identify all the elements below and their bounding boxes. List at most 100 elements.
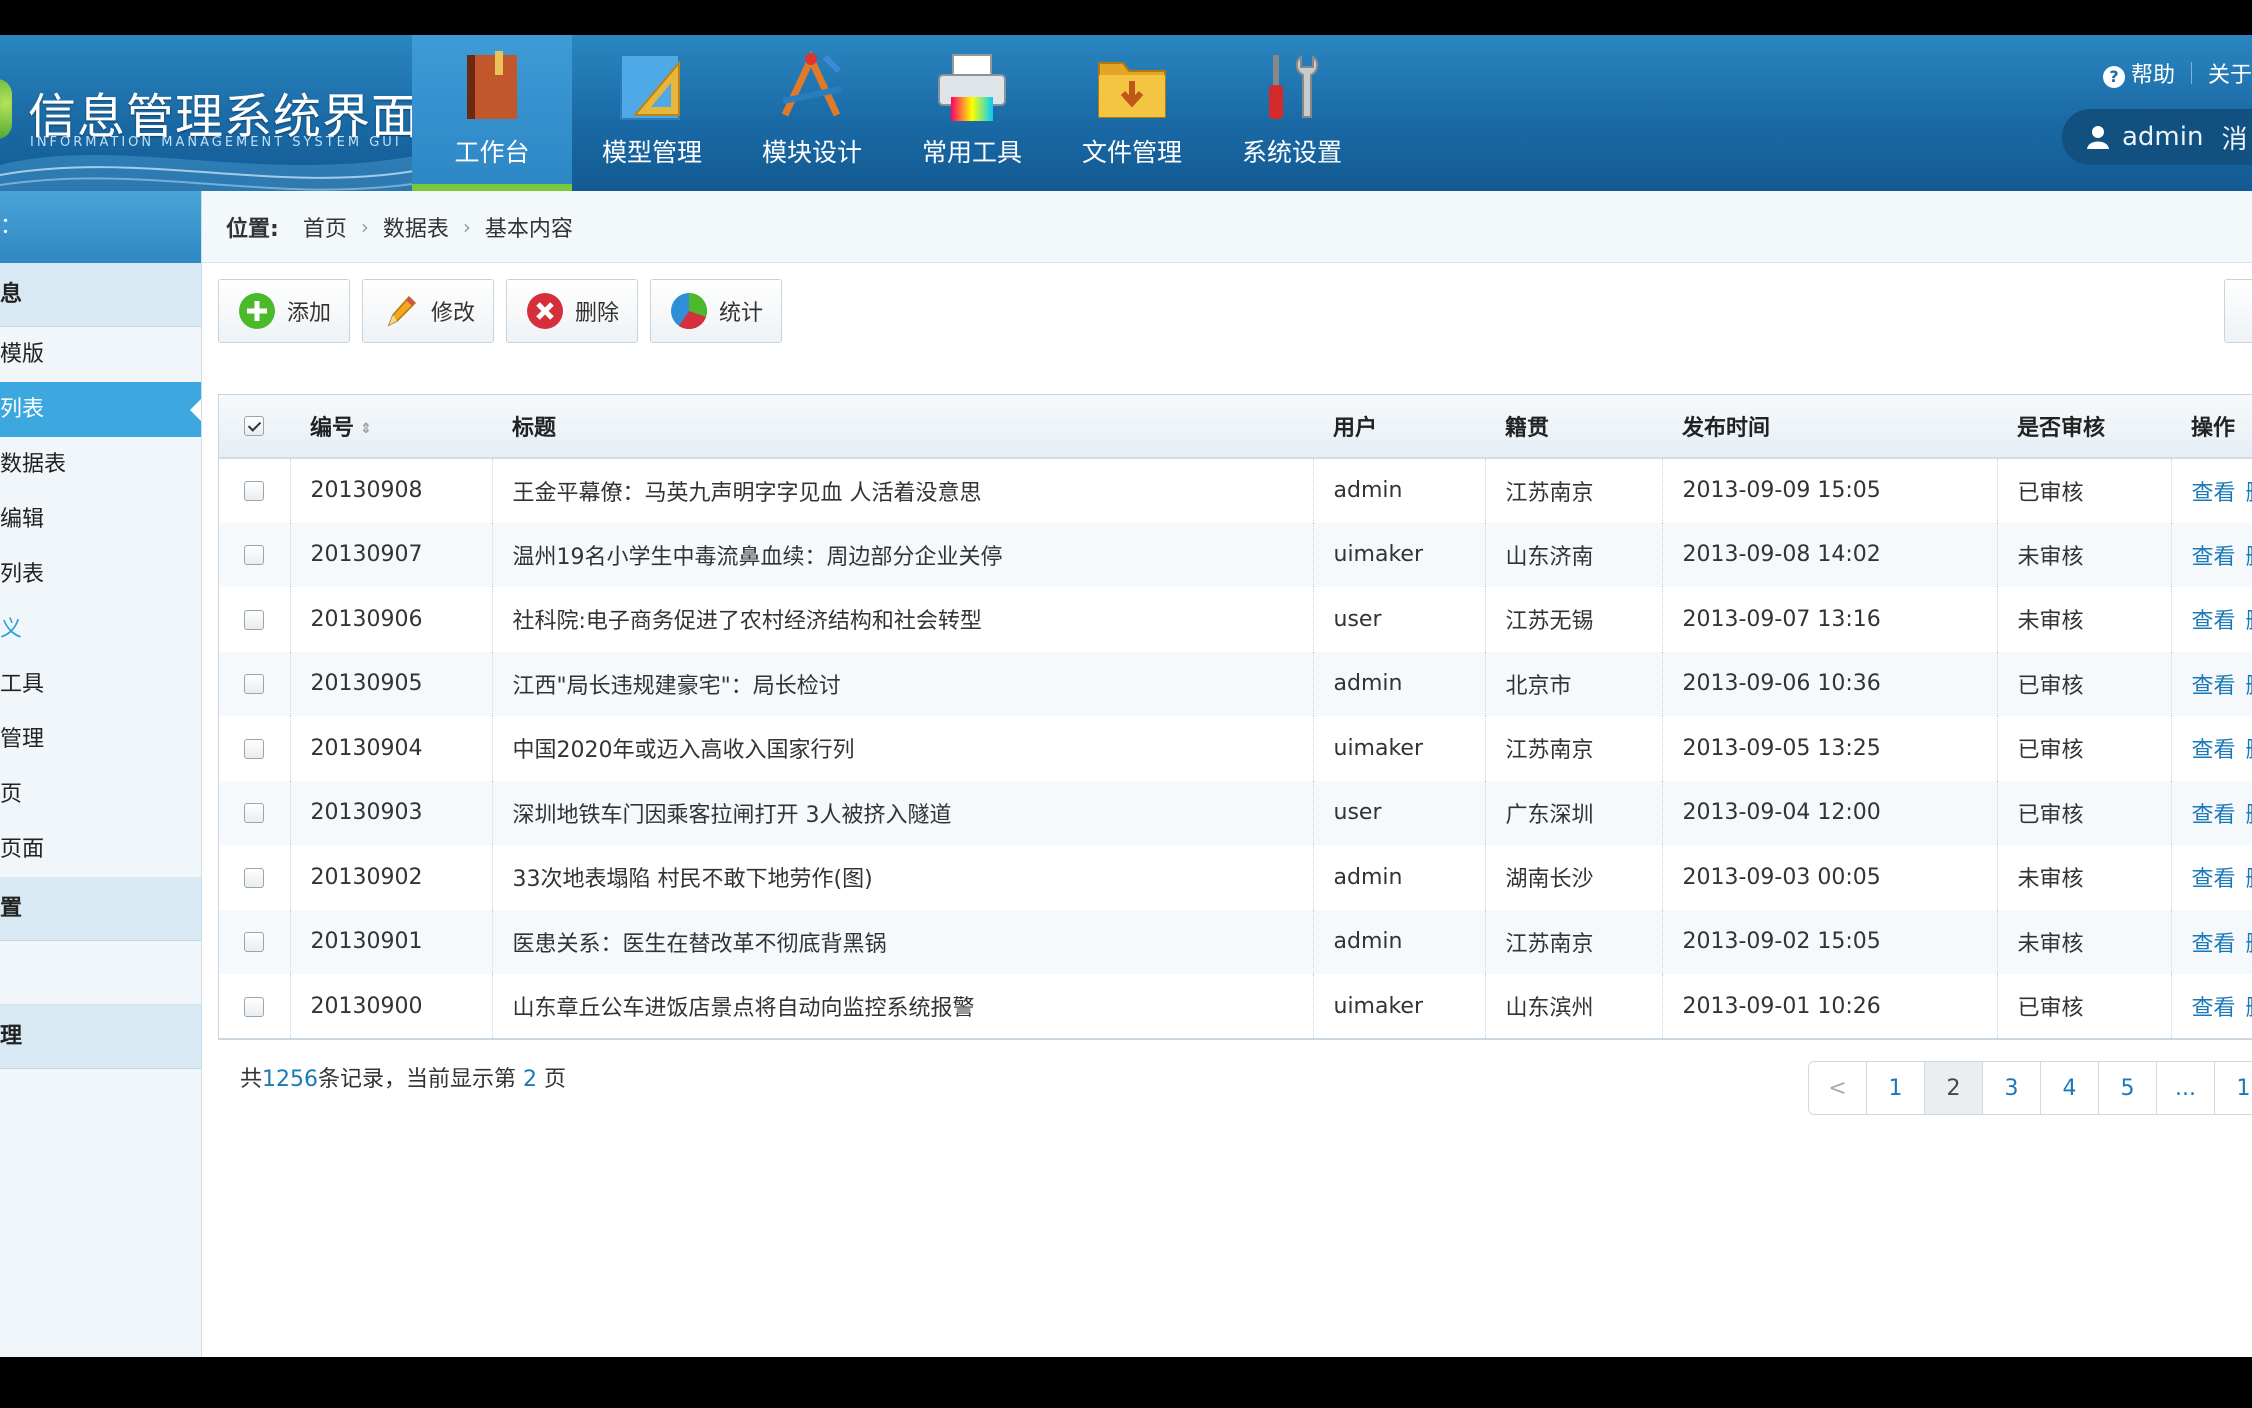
sidebar: ： 息 模版 列表 数据表 编辑 列表 义 工具 管理 页 页面 置 理 (0, 191, 202, 1357)
delete-link[interactable]: 删 (2246, 609, 2252, 634)
table-row[interactable]: 20130906 社科院:电子商务促进了农村经济结构和社会转型 user 江苏无锡 20… (218, 587, 2252, 652)
table-row[interactable]: 20130907 温州19名小学生中毒流鼻血续：周边部分企业关停 uimaker 山东… (218, 522, 2252, 587)
delete-link[interactable]: 删 (2246, 867, 2252, 892)
sidebar-item-edit[interactable]: 编辑 (0, 492, 201, 547)
sidebar-group-info[interactable]: 息 (0, 263, 201, 327)
sidebar-item-list-2[interactable]: 列表 (0, 547, 201, 602)
row-checkbox[interactable] (243, 932, 264, 953)
delete-link[interactable]: 删 (2246, 481, 2252, 506)
view-link[interactable]: 查看 (2192, 803, 2236, 828)
sidebar-group-blank[interactable] (0, 941, 201, 1005)
add-label: 添加 (287, 301, 332, 326)
pager-page[interactable]: 2 (1924, 1061, 1983, 1115)
view-link[interactable]: 查看 (2192, 609, 2236, 634)
view-link[interactable]: 查看 (2192, 996, 2236, 1021)
view-link[interactable]: 查看 (2192, 674, 2236, 699)
table-row[interactable]: 20130902 33次地表塌陷 村民不敢下地劳作(图) admin 湖南长沙 2013… (218, 845, 2252, 910)
pager-page[interactable]: 1 (2214, 1061, 2252, 1115)
cell-title: 深圳地铁车门因乘客拉闸打开 3人被挤入隧道 (492, 780, 1314, 845)
sidebar-group-settings[interactable]: 置 (0, 877, 201, 941)
table-row[interactable]: 20130904 中国2020年或迈入高收入国家行列 uimaker 江苏南京 2013… (218, 716, 2252, 781)
user-name[interactable]: admin (2122, 122, 2203, 152)
nav-label: 常用工具 (921, 138, 1022, 167)
sidebar-item-list[interactable]: 列表 (0, 382, 201, 437)
delete-link[interactable]: 删 (2246, 545, 2252, 570)
table-header-row: 编号 ⇕ 标题 用户 籍贯 发布时间 是否审核 操作 (218, 394, 2252, 459)
delete-link[interactable]: 删 (2246, 932, 2252, 957)
row-checkbox[interactable] (243, 609, 264, 630)
row-checkbox[interactable] (243, 674, 264, 695)
table-row[interactable]: 20130903 深圳地铁车门因乘客拉闸打开 3人被挤入隧道 user 广东深圳 201… (218, 780, 2252, 845)
cell-time: 2013-09-01 10:26 (1662, 974, 1998, 1039)
row-checkbox[interactable] (243, 803, 264, 824)
delete-link[interactable]: 删 (2246, 803, 2252, 828)
row-checkbox[interactable] (243, 996, 264, 1017)
view-link[interactable]: 查看 (2192, 481, 2236, 506)
nav-common-tools[interactable]: 常用工具 (892, 35, 1052, 191)
row-checkbox[interactable] (243, 867, 264, 888)
delete-link[interactable]: 删 (2246, 738, 2252, 763)
view-link[interactable]: 查看 (2192, 932, 2236, 957)
delete-link[interactable]: 删 (2246, 674, 2252, 699)
row-checkbox[interactable] (243, 545, 264, 566)
plus-circle-icon (239, 293, 275, 329)
sort-icon[interactable]: ⇕ (360, 421, 372, 437)
table-row[interactable]: 20130901 医患关系：医生在替改革不彻底背黑锅 admin 江苏南京 2013-0… (218, 909, 2252, 974)
sidebar-item-page-view[interactable]: 页面 (0, 822, 201, 877)
about-link[interactable]: 关于 (2208, 57, 2252, 89)
sidebar-item-datatable[interactable]: 数据表 (0, 437, 201, 492)
pager-prev-button[interactable]: < (1808, 1061, 1867, 1115)
messages-link[interactable]: 消 (2221, 119, 2247, 156)
breadcrumb-home[interactable]: 首页 (303, 211, 347, 243)
statistics-button[interactable]: 统计 (650, 279, 783, 343)
nav-model-management[interactable]: 模型管理 (572, 35, 732, 191)
nav-file-management[interactable]: 文件管理 (1052, 35, 1212, 191)
pager-page[interactable]: 1 (1866, 1061, 1925, 1115)
sidebar-item-tools[interactable]: 工具 (0, 657, 201, 712)
help-link[interactable]: ? 帮助 (2102, 57, 2175, 89)
cell-user: uimaker (1313, 522, 1486, 587)
cell-status: 已审核 (1997, 780, 2172, 845)
cell-id: 20130901 (290, 909, 493, 974)
cell-status: 已审核 (1997, 716, 2172, 781)
nav-label: 文件管理 (1081, 138, 1182, 167)
app-window: 信息管理系统界面 INFORMATION MANAGEMENT SYSTEM G… (0, 35, 2252, 1357)
select-all-checkbox[interactable] (244, 416, 264, 436)
pager-page[interactable]: 3 (1982, 1061, 2041, 1115)
sidebar-item-custom[interactable]: 义 (0, 602, 201, 657)
row-checkbox[interactable] (243, 481, 264, 502)
toolbar: 添加 修改 删除 统计 (218, 279, 794, 343)
summary-prefix: 共 (240, 1067, 263, 1092)
nav-module-design[interactable]: 模块设计 (732, 35, 892, 191)
cell-origin: 山东济南 (1485, 522, 1663, 587)
row-checkbox[interactable] (243, 738, 264, 759)
summary-middle: 条记录，当前显示第 (318, 1067, 517, 1092)
sidebar-group-manage[interactable]: 理 (0, 1005, 201, 1069)
table-row[interactable]: 20130900 山东章丘公车进饭店景点将自动向监控系统报警 uimaker 山东滨州… (218, 974, 2252, 1039)
table-row[interactable]: 20130908 王金平幕僚：马英九声明字字见血 人活着没意思 admin 江苏南京 2… (218, 458, 2252, 523)
sidebar-item-page[interactable]: 页 (0, 767, 201, 822)
column-header-id[interactable]: 编号 ⇕ (290, 394, 492, 459)
view-link[interactable]: 查看 (2192, 867, 2236, 892)
delete-button[interactable]: 删除 (506, 279, 639, 343)
edit-button[interactable]: 修改 (362, 279, 495, 343)
view-link[interactable]: 查看 (2192, 738, 2236, 763)
add-button[interactable]: 添加 (218, 279, 351, 343)
cell-actions: 查看删 (2171, 974, 2252, 1039)
table-row[interactable]: 20130905 江西"局长违规建豪宅"：局长检讨 admin 北京市 2013-09-… (218, 651, 2252, 716)
sidebar-item-management[interactable]: 管理 (0, 712, 201, 767)
view-link[interactable]: 查看 (2192, 545, 2236, 570)
sidebar-item-template[interactable]: 模版 (0, 327, 201, 382)
settings-button[interactable] (2224, 279, 2252, 343)
top-header: 信息管理系统界面 INFORMATION MANAGEMENT SYSTEM G… (0, 35, 2252, 191)
column-header-time: 发布时间 (1662, 394, 1997, 459)
delete-link[interactable]: 删 (2246, 996, 2252, 1021)
nav-system-settings[interactable]: 系统设置 (1212, 35, 1372, 191)
pager-page[interactable]: 4 (2040, 1061, 2099, 1115)
pager-page[interactable]: 5 (2098, 1061, 2157, 1115)
nav-workbench[interactable]: 工作台 (412, 35, 572, 191)
row-checkbox-cell (218, 909, 291, 974)
sidebar-header: ： (0, 191, 201, 263)
breadcrumb-datatable[interactable]: 数据表 (383, 211, 449, 243)
cell-time: 2013-09-05 13:25 (1662, 716, 1998, 781)
